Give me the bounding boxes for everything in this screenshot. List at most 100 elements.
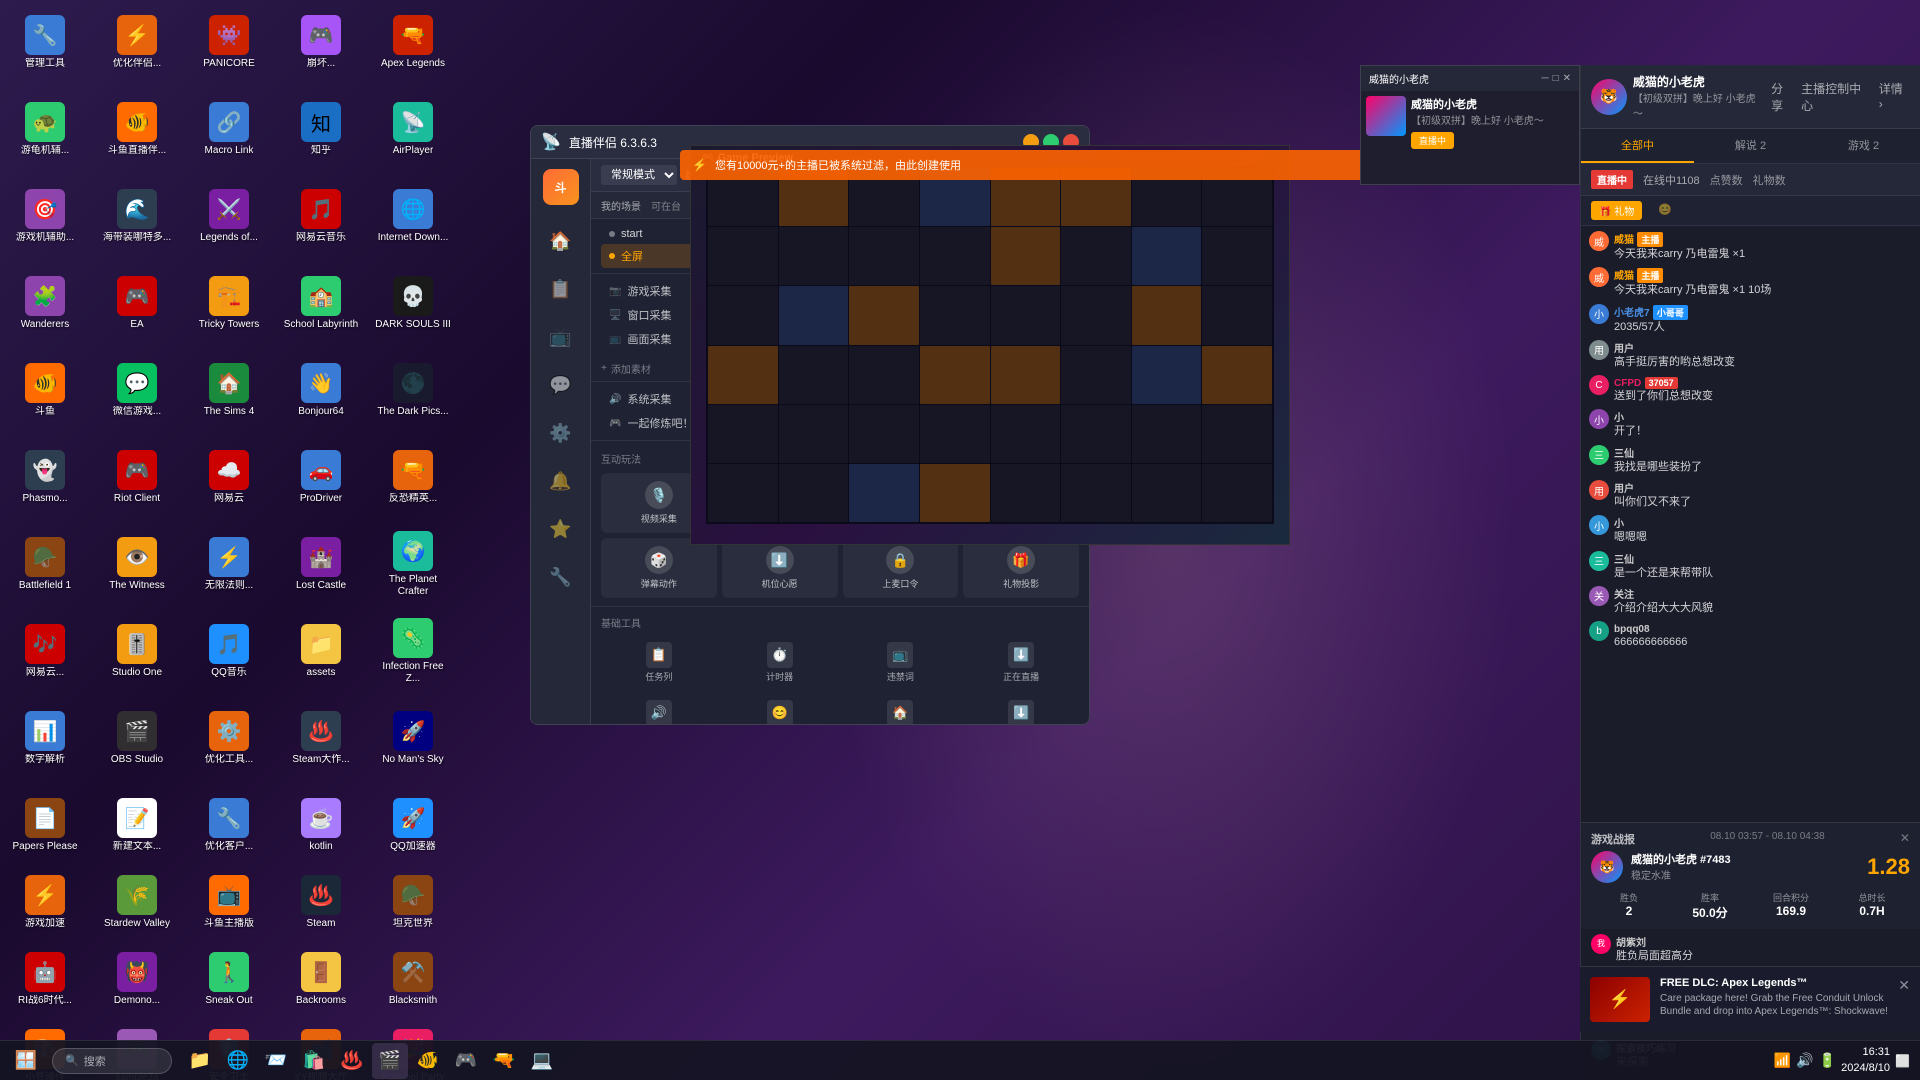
nav-monitor[interactable]: 📺 xyxy=(541,317,581,357)
desktop-icon-39[interactable]: 🦠 Infection Free Z... xyxy=(373,614,453,689)
desktop-icon-13[interactable]: 🎵 网易云音乐 xyxy=(281,179,361,254)
func-bullet[interactable]: 🎲 弹幕动作 xyxy=(601,538,717,598)
desktop-icon-5[interactable]: 🐢 游龟机辅... xyxy=(5,92,85,167)
desktop-icon-34[interactable]: 🌍 The Planet Crafter xyxy=(373,527,453,602)
tool-ban[interactable]: 📺 违禁词 xyxy=(843,636,959,689)
desktop-icon-37[interactable]: 🎵 QQ音乐 xyxy=(189,614,269,689)
nav-star[interactable]: ⭐ xyxy=(541,509,581,549)
taskbar-app-douyu[interactable]: 🐠 xyxy=(410,1043,446,1079)
desktop-icon-46[interactable]: 📝 新建文本... xyxy=(97,788,177,863)
desktop-icon-3[interactable]: 🎮 崩坏... xyxy=(281,5,361,80)
taskbar-app-game1[interactable]: 🎮 xyxy=(448,1043,484,1079)
rp-center-btn[interactable]: 主播控制中心 xyxy=(1801,80,1873,114)
desktop-icon-41[interactable]: 🎬 OBS Studio xyxy=(97,701,177,776)
tool-danmu[interactable]: 🔊 弹幕消息 xyxy=(601,694,717,725)
desktop-icon-25[interactable]: 👻 Phasmo... xyxy=(5,440,85,515)
desktop-icon-45[interactable]: 📄 Papers Please xyxy=(5,788,85,863)
desktop-icon-11[interactable]: 🌊 海带装哪特多... xyxy=(97,179,177,254)
desktop-icon-21[interactable]: 💬 微信游戏... xyxy=(97,353,177,428)
desktop-icon-53[interactable]: ♨️ Steam xyxy=(281,865,361,940)
desktop-icon-10[interactable]: 🎯 游戏机辅助... xyxy=(5,179,85,254)
game-stats-close[interactable]: ✕ xyxy=(1900,831,1910,847)
tool-live[interactable]: ⬇️ 正在直播 xyxy=(963,636,1079,689)
desktop-icon-48[interactable]: ☕ kotlin xyxy=(281,788,361,863)
desktop-icon-23[interactable]: 👋 Bonjour64 xyxy=(281,353,361,428)
desktop-icon-8[interactable]: 知 知乎 xyxy=(281,92,361,167)
nav-settings[interactable]: ⚙️ xyxy=(541,413,581,453)
desktop-icon-22[interactable]: 🏠 The Sims 4 xyxy=(189,353,269,428)
desktop-icon-42[interactable]: ⚙️ 优化工具... xyxy=(189,701,269,776)
desktop-icon-32[interactable]: ⚡ 无限法则... xyxy=(189,527,269,602)
tray-network[interactable]: 📶 xyxy=(1774,1052,1791,1069)
tool-companion[interactable]: 🏠 直播伴侣 xyxy=(843,694,959,725)
rp-tab-commentary[interactable]: 解说 2 xyxy=(1694,129,1807,163)
desktop-icon-30[interactable]: 🪖 Battlefield 1 xyxy=(5,527,85,602)
mini-maximize-btn[interactable]: □ xyxy=(1553,73,1559,84)
nav-tools[interactable]: 🔧 xyxy=(541,557,581,597)
desktop-icon-15[interactable]: 🧩 Wanderers xyxy=(5,266,85,341)
func-gift[interactable]: 🎁 礼物投影 xyxy=(963,538,1079,598)
func-password[interactable]: 🔒 上麦口令 xyxy=(843,538,959,598)
mini-live-btn[interactable]: 直播中 xyxy=(1411,132,1454,149)
desktop-icon-51[interactable]: 🌾 Stardew Valley xyxy=(97,865,177,940)
rp-more-btn[interactable]: 详情 › xyxy=(1879,80,1910,114)
nav-home[interactable]: 🏠 xyxy=(541,221,581,261)
desktop-icon-19[interactable]: 💀 DARK SOULS III xyxy=(373,266,453,341)
desktop-icon-50[interactable]: ⚡ 游戏加速 xyxy=(5,865,85,940)
desktop-icon-36[interactable]: 🎚️ Studio One xyxy=(97,614,177,689)
desktop-icon-9[interactable]: 📡 AirPlayer xyxy=(373,92,453,167)
desktop-icon-7[interactable]: 🔗 Macro Link xyxy=(189,92,269,167)
desktop-icon-2[interactable]: 👾 PANICORE xyxy=(189,5,269,80)
nav-bell[interactable]: 🔔 xyxy=(541,461,581,501)
apex-close-btn[interactable]: ✕ xyxy=(1898,977,1910,994)
desktop-icon-14[interactable]: 🌐 Internet Down... xyxy=(373,179,453,254)
rp-tab-game[interactable]: 游戏 2 xyxy=(1807,129,1920,163)
taskbar-search[interactable]: 🔍 搜索 xyxy=(52,1048,172,1074)
desktop-icon-57[interactable]: 🚶 Sneak Out xyxy=(189,942,269,1017)
tray-show-desktop[interactable]: ⬜ xyxy=(1895,1054,1910,1068)
desktop-icon-56[interactable]: 👹 Demono... xyxy=(97,942,177,1017)
tool-download[interactable]: ⬇️ 下载组件 xyxy=(963,694,1079,725)
taskbar-clock[interactable]: 16:31 2024/8/10 xyxy=(1841,1045,1890,1076)
desktop-icon-58[interactable]: 🚪 Backrooms xyxy=(281,942,361,1017)
emoticon-btn[interactable]: 😊 xyxy=(1650,201,1680,220)
desktop-icon-17[interactable]: 🏗️ Tricky Towers xyxy=(189,266,269,341)
desktop-icon-31[interactable]: 👁️ The Witness xyxy=(97,527,177,602)
desktop-icon-49[interactable]: 🚀 QQ加速器 xyxy=(373,788,453,863)
desktop-icon-6[interactable]: 🐠 斗鱼直播伴... xyxy=(97,92,177,167)
desktop-icon-47[interactable]: 🔧 优化客户... xyxy=(189,788,269,863)
tool-timer[interactable]: ⏱️ 计时器 xyxy=(722,636,838,689)
desktop-icon-28[interactable]: 🚗 ProDriver xyxy=(281,440,361,515)
desktop-icon-4[interactable]: 🔫 Apex Legends xyxy=(373,5,453,80)
taskbar-app-store[interactable]: 🛍️ xyxy=(296,1043,332,1079)
nav-scenes[interactable]: 📋 xyxy=(541,269,581,309)
desktop-icon-26[interactable]: 🎮 Riot Client xyxy=(97,440,177,515)
desktop-icon-38[interactable]: 📁 assets xyxy=(281,614,361,689)
desktop-icon-59[interactable]: ⚒️ Blacksmith xyxy=(373,942,453,1017)
desktop-icon-18[interactable]: 🏫 School Labyrinth xyxy=(281,266,361,341)
taskbar-app-mail[interactable]: 📨 xyxy=(258,1043,294,1079)
desktop-icon-40[interactable]: 📊 数字解析 xyxy=(5,701,85,776)
mini-close-btn[interactable]: ✕ xyxy=(1563,73,1571,84)
desktop-icon-33[interactable]: 🏰 Lost Castle xyxy=(281,527,361,602)
rp-share-btn[interactable]: 分享 xyxy=(1771,80,1795,114)
desktop-icon-1[interactable]: ⚡ 优化伴侣... xyxy=(97,5,177,80)
taskbar-app-terminal[interactable]: 💻 xyxy=(524,1043,560,1079)
mini-minimize-btn[interactable]: ─ xyxy=(1541,73,1548,84)
desktop-icon-29[interactable]: 🔫 反恐精英... xyxy=(373,440,453,515)
taskbar-app-steam[interactable]: ♨️ xyxy=(334,1043,370,1079)
tool-animate[interactable]: 😊 弹幕动画 xyxy=(722,694,838,725)
desktop-icon-54[interactable]: 🪖 坦克世界 xyxy=(373,865,453,940)
tool-task[interactable]: 📋 任务列 xyxy=(601,636,717,689)
taskbar-app-game2[interactable]: 🔫 xyxy=(486,1043,522,1079)
gift-btn[interactable]: 🎁 礼物 xyxy=(1591,201,1642,220)
desktop-icon-44[interactable]: 🚀 No Man's Sky xyxy=(373,701,453,776)
tray-sound[interactable]: 🔊 xyxy=(1796,1052,1813,1069)
rp-tab-all[interactable]: 全部中 xyxy=(1581,129,1694,163)
desktop-icon-16[interactable]: 🎮 EA xyxy=(97,266,177,341)
rp-chat[interactable]: 威 威猫 主播 今天我来carry 乃电雷鬼 ×1 威 威猫 主播 今天我来ca… xyxy=(1581,226,1920,822)
taskbar-app-edge[interactable]: 🌐 xyxy=(220,1043,256,1079)
desktop-icon-35[interactable]: 🎶 网易云... xyxy=(5,614,85,689)
desktop-icon-12[interactable]: ⚔️ Legends of... xyxy=(189,179,269,254)
desktop-icon-52[interactable]: 📺 斗鱼主播版 xyxy=(189,865,269,940)
